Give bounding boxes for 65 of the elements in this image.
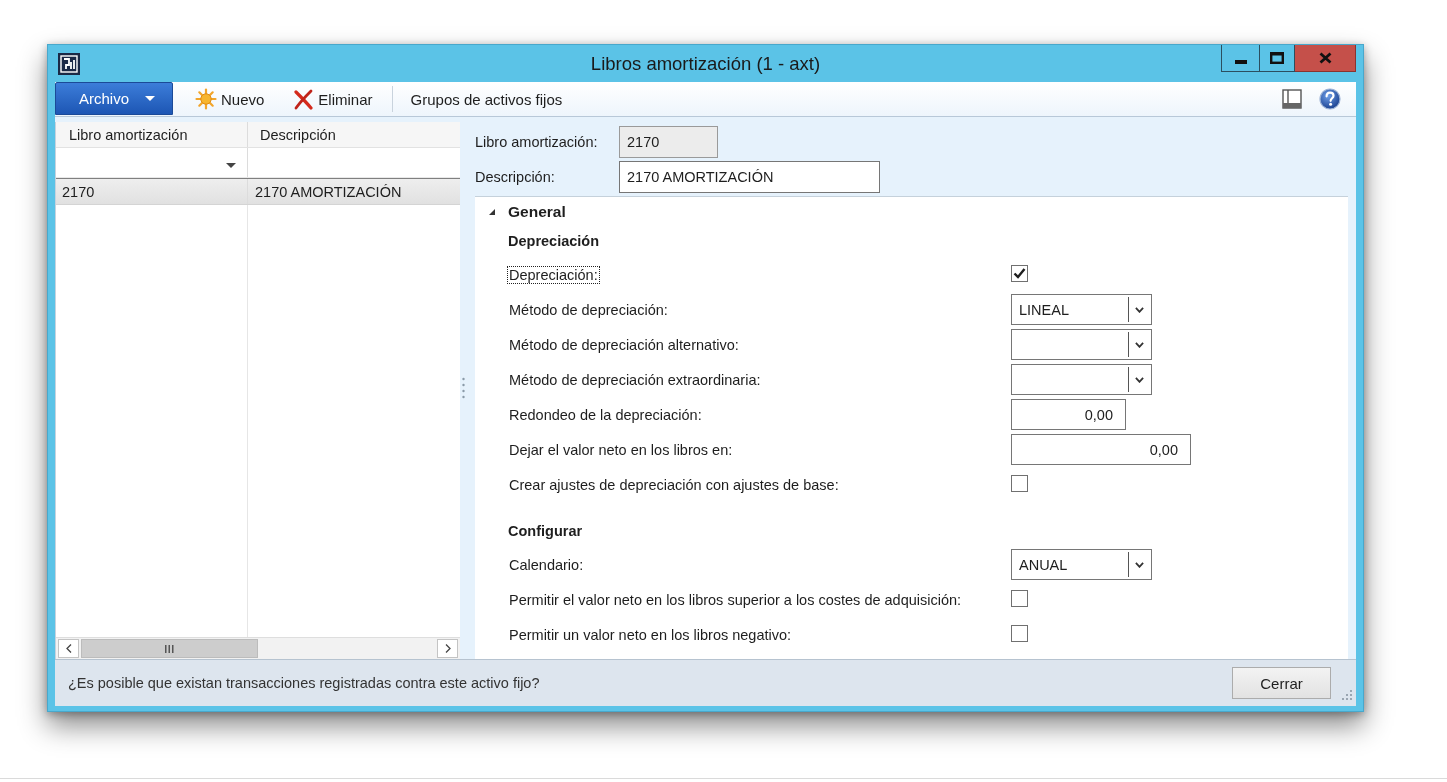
maximize-icon [1270,52,1284,64]
chevron-down-icon [1135,561,1144,568]
close-button[interactable]: Cerrar [1232,667,1331,699]
window-title: Libros amortización (1 - axt) [590,52,821,75]
help-icon[interactable] [1319,88,1341,110]
scroll-right-button[interactable] [437,639,458,658]
app-icon [58,52,80,75]
close-icon [1318,52,1332,64]
checkbox[interactable] [1011,589,1028,607]
triangle-icon[interactable] [489,209,495,215]
caret-down-icon [145,96,155,101]
field-label: Dejar el valor neto en los libros en: [508,441,734,458]
file-menu-button[interactable]: Archivo [55,82,173,115]
text-field[interactable]: 2170 AMORTIZACIÓN [619,161,880,193]
field-label: Descripción: [475,169,555,185]
chevron-down-icon [1135,376,1144,383]
field-label: Crear ajustes de depreciación con ajustes de base: [508,476,840,493]
number-field[interactable]: 0,00 [1011,434,1191,465]
scroll-left-button[interactable] [58,639,79,658]
chevron-down-icon [1135,341,1144,348]
scrollbar-thumb[interactable] [81,639,258,658]
text-field: 2170 [619,126,718,158]
field-label: Método de depreciación: [508,301,669,318]
grip-icon[interactable] [461,377,465,399]
column-header[interactable]: Libro amortización [56,122,248,147]
dropdown[interactable]: ANUAL [1011,549,1152,580]
group-title: Depreciación [508,232,600,251]
section-header[interactable]: General [508,203,566,221]
cross-icon [293,88,315,110]
group-title: Configurar [508,522,583,541]
close-button[interactable] [1295,45,1356,72]
dropdown[interactable]: LINEAL [1011,294,1152,325]
table-cell-text: 2170 AMORTIZACIÓN [254,182,403,202]
layout-icon[interactable] [1282,89,1302,109]
checkbox[interactable] [1011,624,1028,642]
field-label: Permitir el valor neto en los libros superior a los costes de adquisición: [508,591,963,608]
toolbar-button[interactable]: Eliminar [287,84,379,114]
resize-grip-icon[interactable] [1340,690,1352,700]
chevron-down-icon [1135,306,1144,313]
checkbox[interactable] [1011,264,1028,282]
field-label: Depreciación: [508,266,599,283]
toolbar-button[interactable]: Grupos de activos fijos [404,84,569,114]
dropdown[interactable] [1011,364,1152,395]
caret-down-icon[interactable] [226,163,236,168]
grip-icon [165,644,174,653]
field-label: Calendario: [508,556,585,573]
sun-icon [195,88,217,110]
status-message: ¿Es posible que existan transacciones registradas contra este activo fijo? [68,675,540,691]
field-label: Método de depreciación extraordinaria: [508,371,762,388]
chevron-right-icon [444,644,451,653]
field-label: Permitir un valor neto en los libros negativo: [508,626,793,643]
number-field[interactable]: 0,00 [1011,399,1126,430]
table-row[interactable]: 2170 2170 AMORTIZACIÓN [56,178,460,205]
field-label: Libro amortización: [475,134,598,150]
dropdown[interactable] [1011,329,1152,360]
minimize-button[interactable] [1221,45,1260,72]
column-header[interactable]: Descripción [248,122,460,147]
chevron-left-icon [65,644,72,653]
toolbar-button[interactable]: Nuevo [189,84,271,114]
minimize-icon [1234,59,1247,64]
field-label: Redondeo de la depreciación: [508,406,703,423]
horizontal-scrollbar[interactable] [56,637,460,659]
table-cell: 2170 [56,179,248,204]
checkbox[interactable] [1011,474,1028,492]
field-label: Método de depreciación alternativo: [508,336,740,353]
